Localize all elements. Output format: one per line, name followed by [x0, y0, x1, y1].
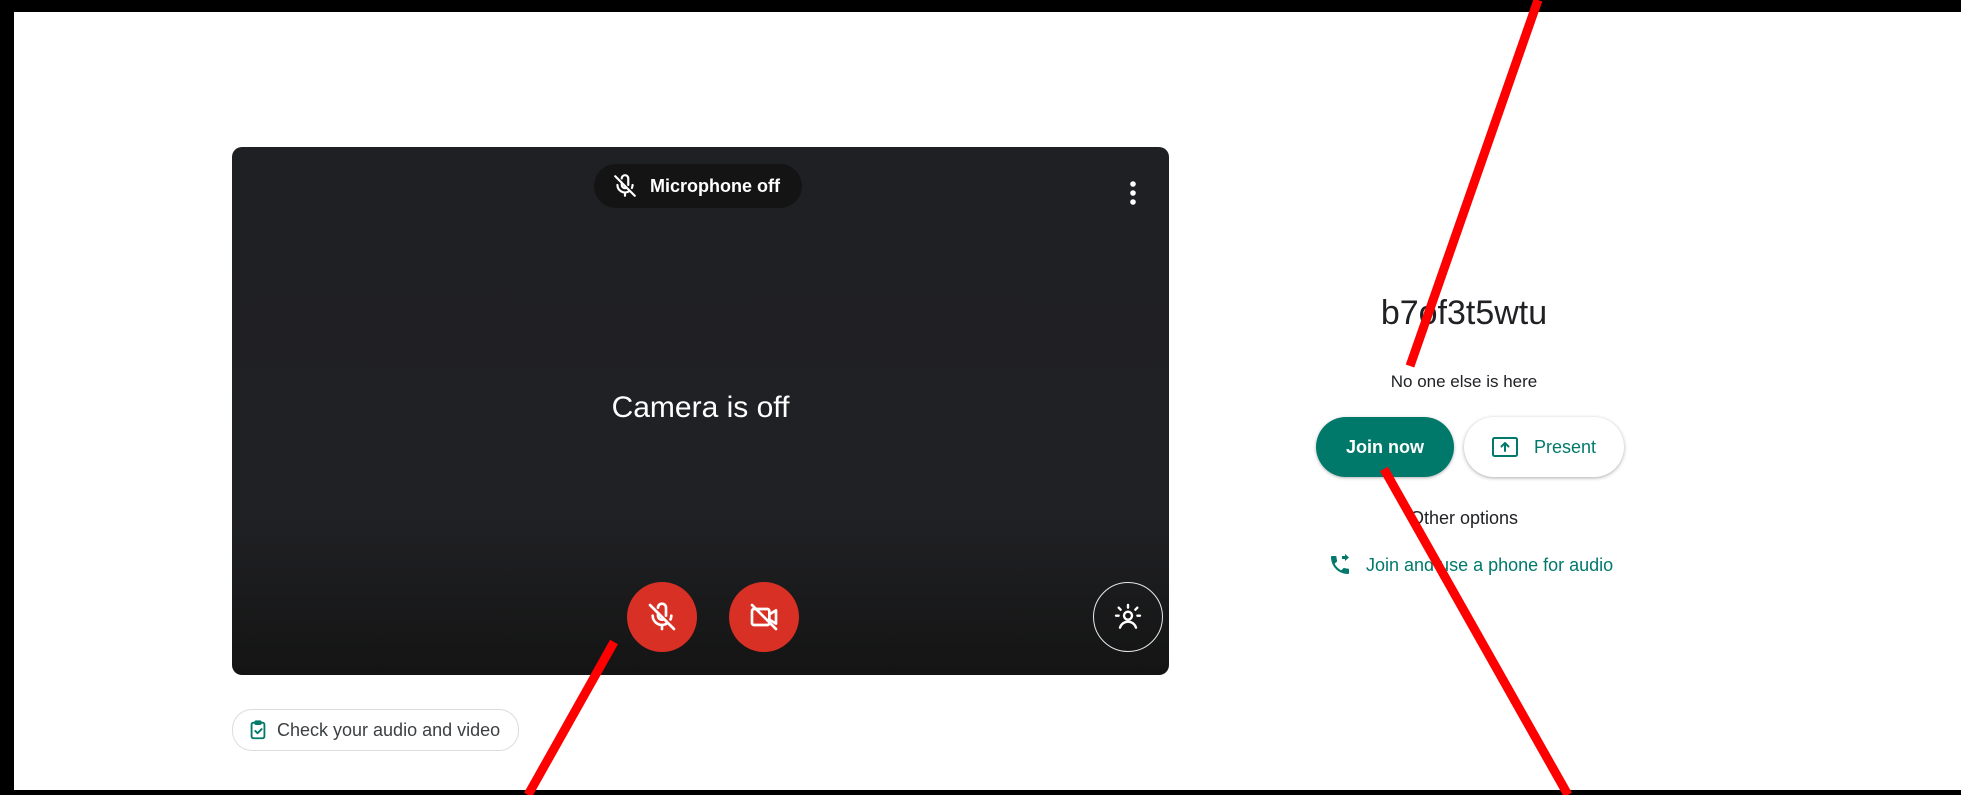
- check-audio-video-label: Check your audio and video: [277, 719, 501, 740]
- more-vert-icon: [1130, 181, 1136, 205]
- mic-off-icon: [648, 602, 676, 631]
- more-options-button[interactable]: [1119, 175, 1147, 211]
- mic-off-icon: [614, 174, 636, 197]
- present-to-all-icon: [1491, 437, 1518, 457]
- meet-lobby: Microphone off Camera is off Check your …: [14, 12, 1961, 790]
- video-preview: Microphone off Camera is off: [232, 147, 1169, 675]
- check-audio-video-button[interactable]: Check your audio and video: [232, 709, 520, 751]
- toggle-microphone-button[interactable]: [627, 582, 697, 652]
- clipboard-check-icon: [250, 720, 266, 740]
- camera-status-text: Camera is off: [611, 391, 790, 424]
- visual-effects-button[interactable]: [1093, 582, 1163, 652]
- present-label: Present: [1533, 436, 1597, 457]
- meeting-code: b7of3t5wtu: [1380, 294, 1548, 332]
- videocam-off-icon: [750, 603, 778, 631]
- join-now-button[interactable]: Join now: [1316, 417, 1454, 477]
- other-options-heading: Other options: [1409, 508, 1519, 528]
- join-phone-audio-link[interactable]: Join and use a phone for audio: [1328, 553, 1613, 577]
- visual-effects-icon: [1114, 603, 1142, 629]
- toggle-camera-button[interactable]: [729, 582, 799, 652]
- participants-status: No one else is here: [1390, 372, 1538, 391]
- microphone-status-pill: Microphone off: [594, 164, 802, 208]
- microphone-status-text: Microphone off: [650, 175, 780, 196]
- join-phone-audio-label: Join and use a phone for audio: [1366, 554, 1614, 575]
- present-button[interactable]: Present: [1464, 417, 1624, 477]
- phone-forwarded-icon: [1331, 554, 1349, 574]
